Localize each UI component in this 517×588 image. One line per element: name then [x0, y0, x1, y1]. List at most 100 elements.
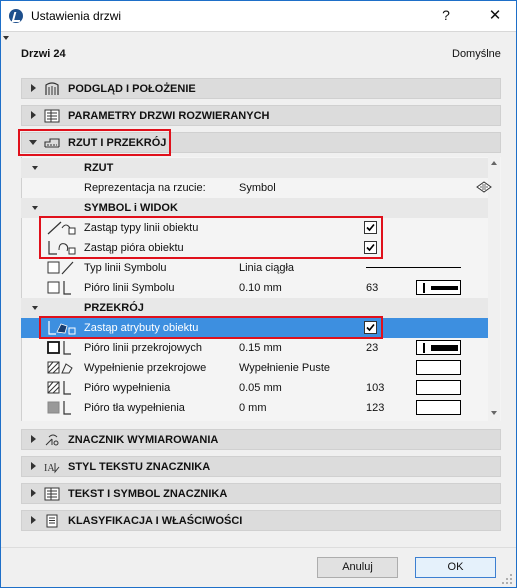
panel-label: RZUT I PRZEKRÓJ — [68, 137, 167, 149]
collapse-corner-icon[interactable] — [3, 36, 9, 40]
subsection-title: SYMBOL i WIDOK — [84, 202, 178, 214]
text-style-icon: IA — [44, 463, 60, 474]
dimension-marker-icon — [45, 434, 59, 446]
panel-preview-positioning[interactable]: PODGLĄD I POŁOŻENIE — [21, 78, 501, 99]
collapse-arrow-icon[interactable] — [32, 306, 38, 310]
row-label: Zastąp pióra obiektu — [84, 242, 184, 254]
collapse-arrow-icon[interactable] — [32, 166, 38, 170]
row-override-attributes[interactable]: Zastąp atrybuty obiektu — [21, 318, 488, 338]
row-cut-fill[interactable]: Wypełnienie przekrojowe Wypełnienie Pust… — [21, 358, 488, 378]
title-bar: Ustawienia drzwi ? ✕ — [1, 1, 516, 31]
help-button[interactable]: ? — [436, 7, 456, 25]
row-label: Zastąp atrybuty obiektu — [84, 322, 199, 334]
row-cut-line-pen[interactable]: Pióro linii przekrojowych 0.15 mm 23 — [21, 338, 488, 358]
row-symbol-line-pen[interactable]: Pióro linii Symbolu 0.10 mm 63 — [21, 278, 488, 298]
pen-number[interactable]: 123 — [366, 402, 384, 414]
row-override-line-types[interactable]: Zastąp typy linii obiektu — [21, 218, 488, 238]
row-label: Pióro tła wypełnienia — [84, 402, 185, 414]
subsection-title: RZUT — [84, 162, 114, 174]
row-symbol-line-type[interactable]: Typ linii Symbolu Linia ciągła — [21, 258, 488, 278]
symbol-representation-icon[interactable] — [476, 180, 492, 194]
row-label: Wypełnienie przekrojowe — [84, 362, 207, 374]
pen-swatch[interactable] — [416, 400, 461, 415]
fill-swatch[interactable] — [416, 360, 461, 375]
override-line-types-checkbox[interactable] — [364, 221, 377, 234]
vertical-scrollbar[interactable] — [488, 157, 500, 421]
pen-icon — [47, 281, 71, 295]
preset-name[interactable]: Domyślne — [452, 48, 501, 60]
fill-pen-icon — [47, 381, 71, 395]
expand-arrow-icon[interactable] — [31, 111, 36, 119]
cancel-button[interactable]: Anuluj — [317, 557, 398, 578]
scroll-down-icon[interactable] — [491, 411, 497, 415]
expand-arrow-icon[interactable] — [31, 435, 36, 443]
pen-number[interactable]: 63 — [366, 282, 378, 294]
expand-arrow-icon[interactable] — [31, 84, 36, 92]
scroll-up-icon[interactable] — [491, 161, 497, 165]
row-value: 0.10 mm — [239, 282, 282, 294]
pen-number[interactable]: 103 — [366, 382, 384, 394]
checkmark-icon — [366, 323, 375, 332]
hatch-fill-icon — [47, 361, 73, 374]
panel-dimension-marker[interactable]: ZNACZNIK WYMIAROWANIA — [21, 429, 501, 450]
panel-classification[interactable]: KLASYFIKACJA I WŁAŚCIWOŚCI — [21, 510, 501, 531]
plan-section-icon — [44, 138, 60, 148]
collapse-arrow-icon[interactable] — [32, 206, 38, 210]
row-value[interactable]: Symbol — [239, 182, 276, 194]
pen-swatch[interactable] — [416, 340, 461, 355]
archicad-app-icon — [9, 9, 23, 23]
fill-background-pen-icon — [47, 401, 71, 415]
row-value: 0.15 mm — [239, 342, 282, 354]
row-value[interactable]: Wypełnienie Puste — [239, 362, 330, 374]
classification-icon — [46, 514, 58, 528]
panel-plan-section[interactable]: RZUT I PRZEKRÓJ — [21, 132, 501, 153]
object-name: Drzwi 24 — [21, 48, 66, 60]
ok-button[interactable]: OK — [415, 557, 496, 578]
row-plan-representation[interactable]: Reprezentacja na rzucie: Symbol — [21, 178, 492, 198]
panel-door-parameters[interactable]: PARAMETRY DRZWI ROZWIERANYCH — [21, 105, 501, 126]
panel-label: PARAMETRY DRZWI ROZWIERANYCH — [68, 110, 270, 122]
checkmark-icon — [366, 223, 375, 232]
row-label: Pióro wypełnienia — [84, 382, 171, 394]
door-settings-dialog: Ustawienia drzwi ? ✕ Drzwi 24 Domyślne P… — [0, 0, 517, 588]
cut-line-pen-icon — [47, 341, 71, 355]
expand-arrow-icon[interactable] — [31, 489, 36, 497]
close-button[interactable]: ✕ — [485, 6, 505, 24]
line-type-icon — [47, 261, 74, 275]
override-pens-checkbox[interactable] — [364, 241, 377, 254]
subsection-section[interactable]: PRZEKRÓJ — [21, 298, 488, 318]
door-preview-icon — [45, 82, 59, 95]
subsection-symbol-view[interactable]: SYMBOL i WIDOK — [21, 198, 488, 218]
subsection-plan[interactable]: RZUT — [21, 158, 488, 178]
text-symbol-icon — [44, 487, 60, 501]
row-override-pens[interactable]: Zastąp pióra obiektu — [21, 238, 488, 258]
row-fill-pen[interactable]: Pióro wypełnienia 0.05 mm 103 — [21, 378, 488, 398]
row-label: Pióro linii Symbolu — [84, 282, 175, 294]
panel-marker-text-style[interactable]: IA STYL TEKSTU ZNACZNIKA — [21, 456, 501, 477]
collapse-arrow-icon[interactable] — [29, 140, 37, 145]
panel-label: STYL TEKSTU ZNACZNIKA — [68, 461, 211, 473]
override-attributes-checkbox[interactable] — [364, 321, 377, 334]
panel-label: TEKST I SYMBOL ZNACZNIKA — [68, 488, 228, 500]
panel-label: KLASYFIKACJA I WŁAŚCIWOŚCI — [68, 515, 243, 527]
pen-swatch[interactable] — [416, 280, 461, 295]
row-label: Zastąp typy linii obiektu — [84, 222, 199, 234]
window-title: Ustawienia drzwi — [31, 9, 122, 23]
row-fill-background-pen[interactable]: Pióro tła wypełnienia 0 mm 123 — [21, 398, 488, 418]
row-label: Typ linii Symbolu — [84, 262, 167, 274]
title-separator — [1, 31, 516, 32]
panel-label: PODGLĄD I POŁOŻENIE — [68, 83, 196, 95]
row-value: 0 mm — [239, 402, 267, 414]
resize-grip-icon[interactable] — [501, 573, 513, 585]
pen-swatch[interactable] — [416, 380, 461, 395]
row-label: Reprezentacja na rzucie: — [84, 182, 206, 194]
override-attributes-icon — [48, 321, 76, 335]
checkmark-icon — [366, 243, 375, 252]
override-line-types-icon — [47, 221, 76, 235]
row-value[interactable]: Linia ciągła — [239, 262, 294, 274]
expand-arrow-icon[interactable] — [31, 462, 36, 470]
pen-number[interactable]: 23 — [366, 342, 378, 354]
line-type-swatch[interactable] — [366, 267, 461, 268]
expand-arrow-icon[interactable] — [31, 516, 36, 524]
panel-marker-text-symbol[interactable]: TEKST I SYMBOL ZNACZNIKA — [21, 483, 501, 504]
